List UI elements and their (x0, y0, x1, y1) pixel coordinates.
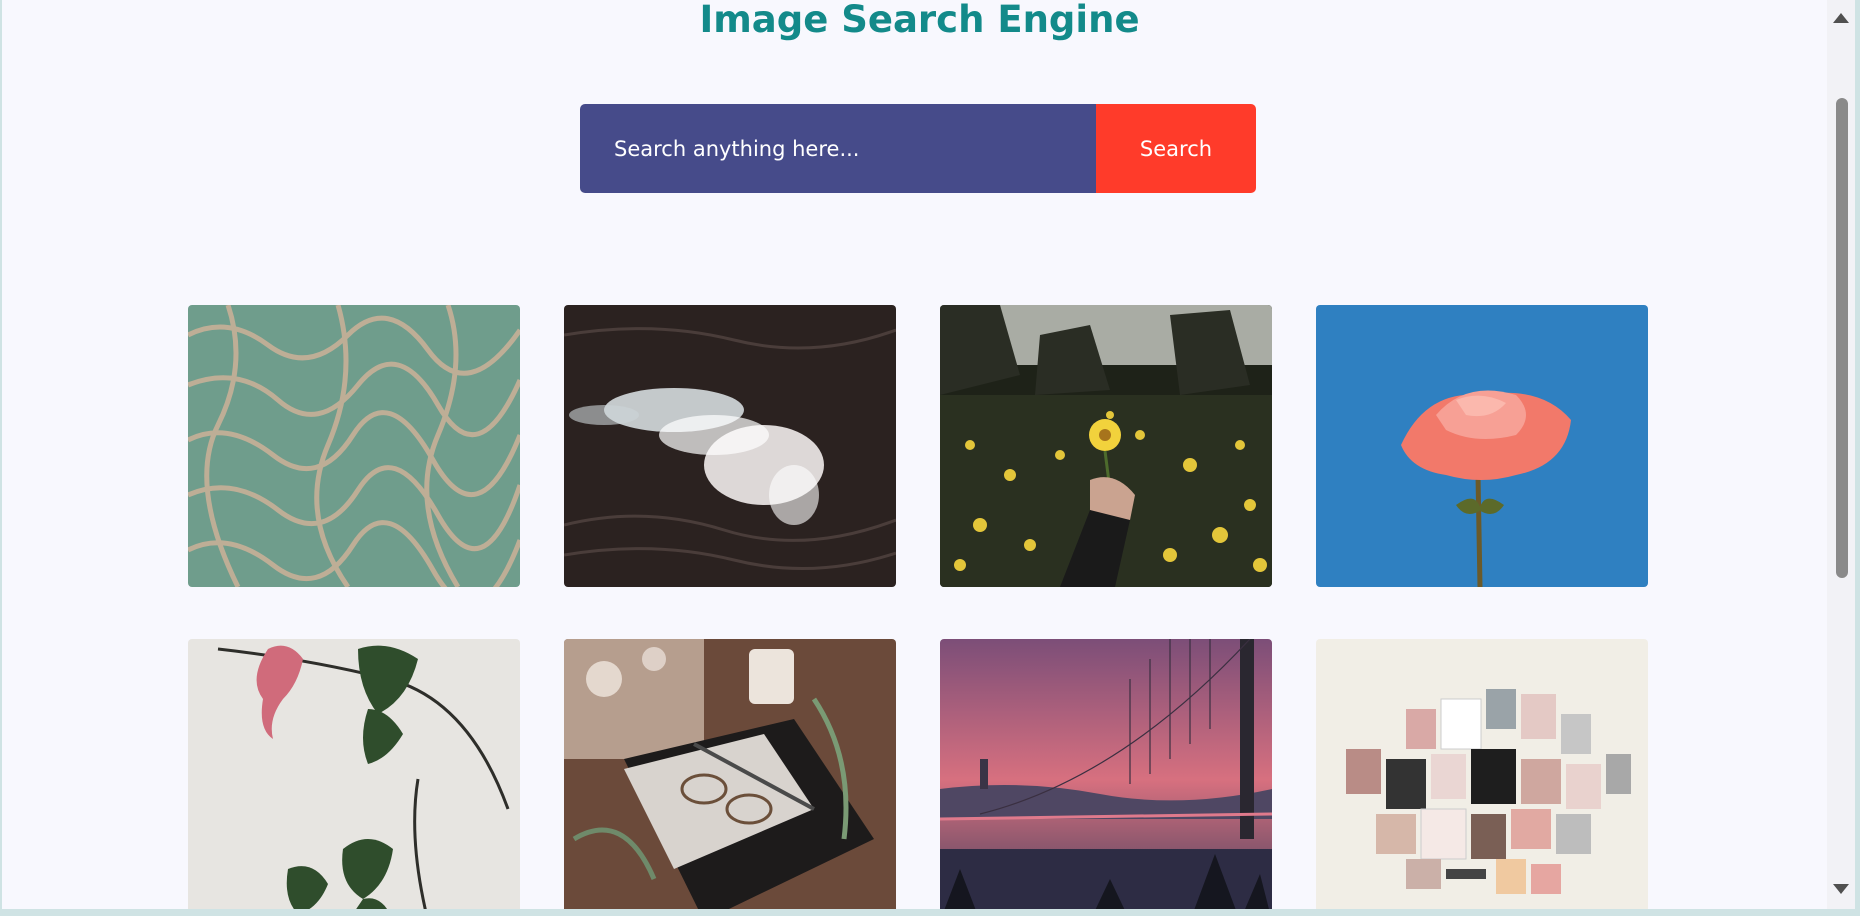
result-image-2[interactable] (564, 305, 896, 587)
result-image-1[interactable] (188, 305, 520, 587)
result-image-3[interactable] (940, 305, 1272, 587)
result-image-5[interactable] (188, 639, 520, 909)
image-results-grid (188, 305, 1648, 909)
result-image-7[interactable] (940, 639, 1272, 909)
page-title: Image Search Engine (699, 0, 1140, 41)
search-input[interactable] (580, 104, 1096, 193)
search-button[interactable]: Search (1096, 104, 1256, 193)
search-form: Search (580, 104, 1256, 193)
scroll-down-icon[interactable] (1833, 884, 1849, 894)
result-image-8[interactable] (1316, 639, 1648, 909)
page-viewport: Image Search Engine Search (2, 0, 1827, 909)
result-image-6[interactable] (564, 639, 896, 909)
vertical-scrollbar[interactable] (1827, 0, 1855, 909)
result-image-4[interactable] (1316, 305, 1648, 587)
scrollbar-thumb[interactable] (1836, 98, 1848, 578)
scroll-up-icon[interactable] (1833, 13, 1849, 23)
